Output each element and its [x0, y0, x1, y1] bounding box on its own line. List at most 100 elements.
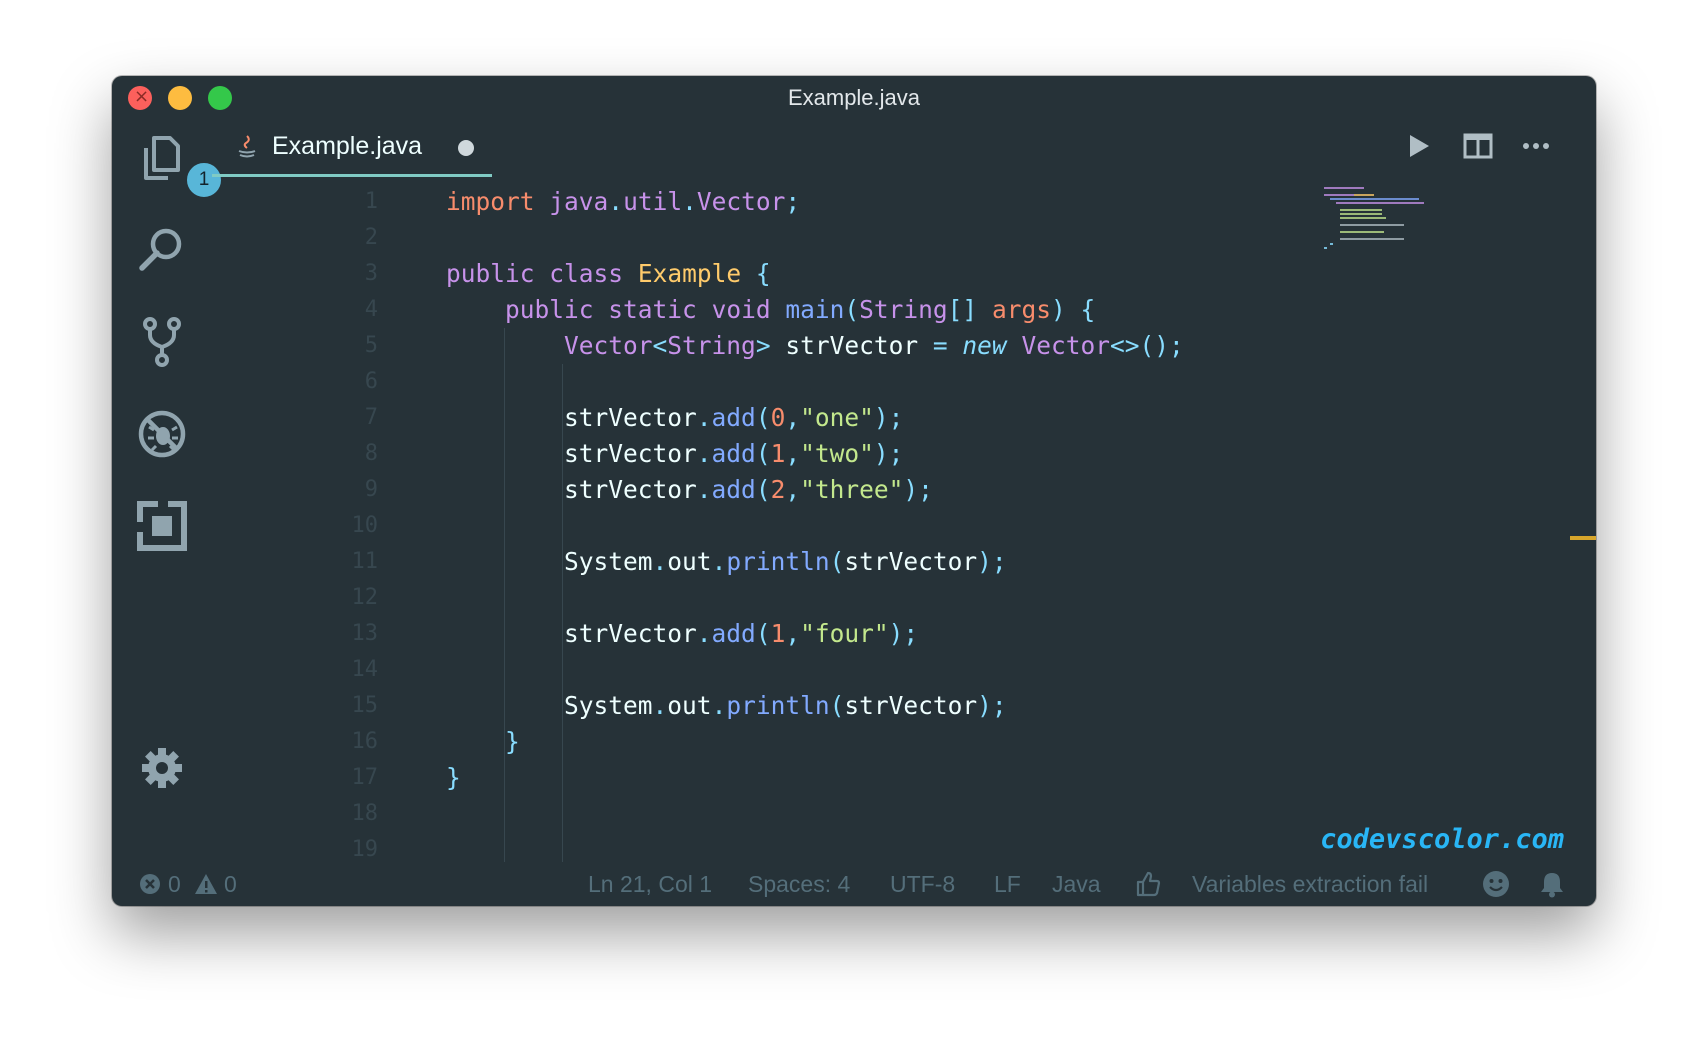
- activity-settings[interactable]: [134, 740, 190, 796]
- code-line[interactable]: [446, 508, 1184, 544]
- line-number: 2: [364, 225, 378, 250]
- code-token: add: [711, 439, 756, 468]
- code-token: );: [903, 475, 933, 504]
- line-number: 9: [364, 477, 378, 502]
- code-token: .: [711, 691, 727, 720]
- code-line[interactable]: [446, 220, 1184, 256]
- minimap[interactable]: [1324, 186, 1434, 256]
- code-line[interactable]: import java.util.Vector;: [446, 184, 1184, 220]
- code-token: util: [623, 187, 683, 216]
- code-token: strVector: [785, 331, 919, 360]
- code-token: public: [505, 295, 594, 324]
- code-line[interactable]: [446, 832, 1184, 862]
- scrollbar-marker[interactable]: [1570, 536, 1596, 540]
- activity-search[interactable]: [134, 222, 190, 278]
- code-line[interactable]: [446, 364, 1184, 400]
- code-token: .: [696, 439, 712, 468]
- warning-count[interactable]: 0: [224, 870, 237, 898]
- files-icon: [144, 136, 180, 180]
- code-token: Example: [637, 259, 742, 288]
- code-token: 2: [770, 475, 786, 504]
- code-token: ): [1050, 295, 1066, 324]
- code-token: );: [888, 619, 919, 648]
- code-line[interactable]: strVector.add(1,"two");: [446, 436, 1184, 472]
- line-number: 1: [364, 189, 378, 214]
- tab-example-java[interactable]: Example.java: [212, 118, 492, 177]
- status-bar: 0 0 Ln 21, Col 1 Spaces: 4 UTF-8 LF Java…: [112, 862, 1596, 906]
- code-line[interactable]: }: [446, 724, 1184, 760]
- code-token: <: [652, 331, 668, 360]
- smiley-icon[interactable]: [1482, 870, 1510, 898]
- line-number: 18: [351, 801, 379, 826]
- code-token: .: [711, 547, 727, 576]
- code-line[interactable]: }: [446, 760, 1184, 796]
- code-token: String: [667, 331, 756, 360]
- code-line[interactable]: [446, 796, 1184, 832]
- code-line[interactable]: System.out.println(strVector);: [446, 688, 1184, 724]
- play-icon[interactable]: [1402, 130, 1434, 162]
- code-line[interactable]: strVector.add(0,"one");: [446, 400, 1184, 436]
- code-token: "two": [800, 439, 874, 468]
- activity-explorer[interactable]: 1: [134, 132, 224, 200]
- tab-label: Example.java: [272, 132, 423, 160]
- end-of-line[interactable]: LF: [994, 870, 1021, 898]
- line-number: 10: [351, 513, 379, 538]
- language-mode[interactable]: Java: [1052, 870, 1101, 898]
- warning-icon[interactable]: [194, 872, 218, 896]
- code-token: );: [977, 547, 1007, 576]
- code-line[interactable]: strVector.add(1,"four");: [446, 616, 1184, 652]
- activity-debug[interactable]: [134, 406, 190, 462]
- code-token: Vector: [1021, 331, 1110, 360]
- code-line[interactable]: [446, 652, 1184, 688]
- code-token: .: [608, 187, 624, 216]
- code-token: import: [446, 187, 535, 216]
- code-area[interactable]: import java.util.Vector; public class Ex…: [446, 184, 1184, 862]
- code-token: (: [829, 547, 845, 576]
- error-count[interactable]: 0: [168, 870, 181, 898]
- code-token: main: [785, 295, 845, 324]
- encoding[interactable]: UTF-8: [890, 870, 955, 898]
- code-token: 1: [770, 619, 786, 648]
- activity-source-control[interactable]: [134, 314, 190, 370]
- cursor-position[interactable]: Ln 21, Col 1: [588, 870, 712, 898]
- code-token: .: [696, 403, 712, 432]
- code-token: strVector: [844, 547, 978, 576]
- code-token: ,: [785, 403, 801, 432]
- bell-icon[interactable]: [1538, 870, 1566, 898]
- code-line[interactable]: [446, 580, 1184, 616]
- window-title: Example.java: [787, 85, 921, 110]
- code-token: .: [652, 691, 668, 720]
- code-line[interactable]: public static void main(String[] args) {: [446, 292, 1184, 328]
- code-line[interactable]: System.out.println(strVector);: [446, 544, 1184, 580]
- unsaved-dot[interactable]: [458, 140, 474, 156]
- code-token: (: [755, 403, 771, 432]
- code-token: add: [711, 403, 756, 432]
- code-token: }: [505, 727, 520, 756]
- indentation[interactable]: Spaces: 4: [748, 870, 850, 898]
- more-icon[interactable]: [1520, 130, 1552, 162]
- activity-extensions[interactable]: [134, 498, 190, 554]
- line-number: 15: [351, 693, 379, 718]
- code-token: .: [682, 187, 697, 216]
- code-line[interactable]: public class Example {: [446, 256, 1184, 292]
- thumbs-up-icon[interactable]: [1134, 870, 1162, 898]
- java-icon: [238, 135, 256, 158]
- code-token: =: [932, 331, 948, 360]
- debug-icon: [138, 410, 186, 458]
- split-editor-icon[interactable]: [1462, 130, 1494, 162]
- code-token: ,: [785, 439, 801, 468]
- code-editor[interactable]: 1 2 3 4 5 6 7 8 9 10 11 12 13 14 15 16 17 18 19 import jav…: [212, 184, 1596, 862]
- code-line[interactable]: Vector<String> strVector = new Vector<>(…: [446, 328, 1184, 364]
- error-icon[interactable]: [138, 872, 162, 896]
- code-token: java: [549, 187, 609, 216]
- code-line[interactable]: strVector.add(2,"three");: [446, 472, 1184, 508]
